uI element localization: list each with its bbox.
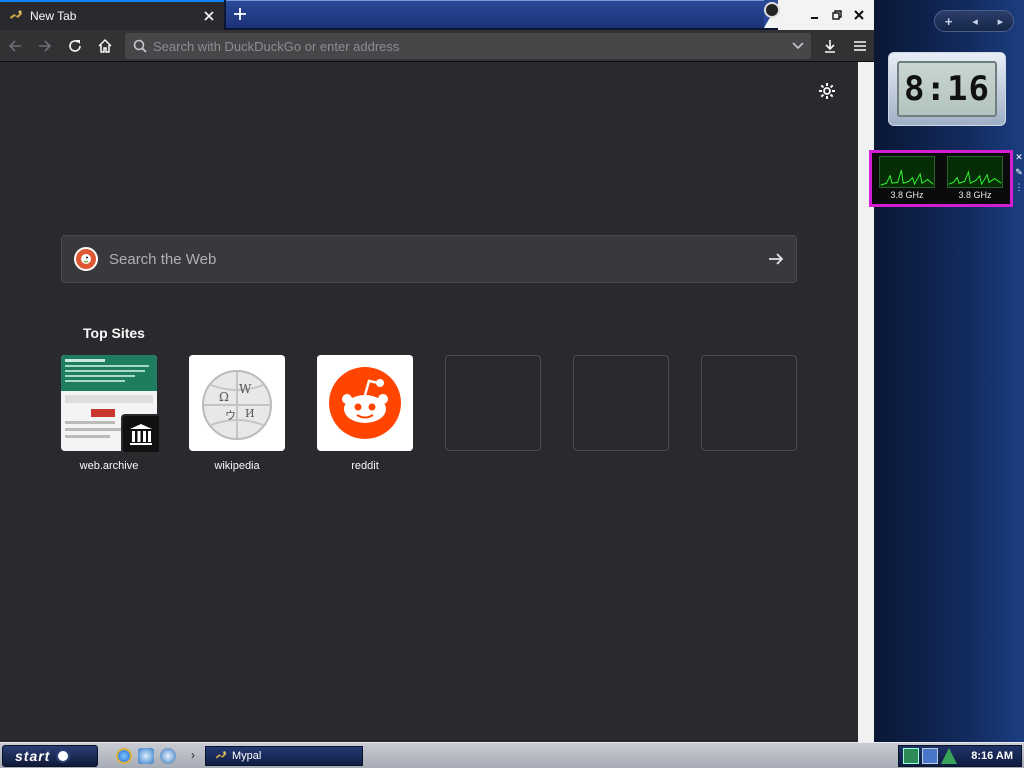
back-arrow-icon <box>8 39 21 52</box>
address-input[interactable] <box>147 38 785 54</box>
cpu-meter-gadget[interactable]: 3.8 GHz 3.8 GHz <box>869 150 1013 207</box>
svg-text:Ω: Ω <box>219 390 229 404</box>
top-site-label[interactable]: wikipedia <box>189 460 285 472</box>
browser-window: New Tab Search with DuckDuckGo or enter … <box>0 0 874 742</box>
tab-title: New Tab <box>30 9 77 23</box>
tray-clock[interactable]: 8:16 AM <box>971 750 1013 762</box>
cpu-core-1-label: 3.8 GHz <box>890 190 924 200</box>
close-tab-icon[interactable] <box>198 5 220 27</box>
internet-explorer-icon[interactable] <box>116 748 132 764</box>
mypal-logo-icon <box>215 751 227 759</box>
chevron-down-icon <box>792 42 804 50</box>
top-site-tile-empty[interactable] <box>701 355 797 451</box>
taskbar: start › Mypal 8:16 AM <box>0 742 1024 768</box>
hamburger-menu-icon <box>854 41 866 51</box>
search-icon <box>133 39 147 53</box>
top-site-tile-wikipedia[interactable]: Ω W И ウ <box>189 355 285 451</box>
taskbar-item-mypal[interactable]: Mypal <box>205 746 363 766</box>
duckduckgo-logo-icon <box>74 247 98 271</box>
safely-remove-icon[interactable] <box>941 748 957 764</box>
internet-archive-icon <box>121 414 161 454</box>
back-button[interactable] <box>0 31 30 61</box>
monitor-icon[interactable] <box>922 748 938 764</box>
download-icon <box>825 40 835 53</box>
top-site-tile-empty[interactable] <box>445 355 541 451</box>
quick-launch <box>116 747 176 765</box>
home-icon <box>98 38 112 53</box>
top-site-label[interactable]: web.archive <box>61 460 157 472</box>
reddit-logo-icon <box>317 355 413 451</box>
media-player-icon[interactable] <box>160 748 176 764</box>
restore-button[interactable] <box>826 4 848 26</box>
cpu-graph-2 <box>947 156 1003 188</box>
gear-icon <box>819 83 835 99</box>
tab-strip: New Tab <box>0 0 874 30</box>
cpu-core-1: 3.8 GHz <box>876 156 938 201</box>
clock-gadget[interactable]: 8:16 <box>888 52 1006 126</box>
sidebar-controls: + ◂ ▸ <box>934 10 1014 32</box>
reload-button[interactable] <box>60 31 90 61</box>
previous-page-button[interactable]: ◂ <box>972 15 978 28</box>
svg-text:W: W <box>239 382 252 396</box>
top-site-tile-reddit[interactable] <box>317 355 413 451</box>
wrench-icon[interactable]: ✎ <box>1015 167 1023 178</box>
top-sites-heading: Top Sites <box>83 325 145 341</box>
taskbar-item-label: Mypal <box>232 750 262 762</box>
top-site-tile-empty[interactable] <box>573 355 669 451</box>
new-tab-button[interactable] <box>228 2 252 26</box>
window-controls <box>778 0 874 30</box>
clock-display: 8:16 <box>897 61 997 117</box>
top-site-label[interactable]: reddit <box>317 460 413 472</box>
cpu-core-2: 3.8 GHz <box>944 156 1006 201</box>
tab-new-tab[interactable]: New Tab <box>0 0 224 30</box>
forward-button[interactable] <box>30 31 60 61</box>
svg-text:ウ: ウ <box>225 409 236 422</box>
web-search-placeholder: Search the Web <box>109 250 217 268</box>
close-gadget-icon[interactable]: ✕ <box>1015 152 1023 163</box>
start-orb-icon <box>56 749 71 763</box>
close-window-button[interactable] <box>848 4 870 26</box>
tab-strip-background <box>226 0 778 28</box>
next-page-button[interactable]: ▸ <box>998 15 1004 28</box>
system-tray: 8:16 AM <box>898 745 1022 767</box>
minimize-button[interactable] <box>804 4 826 26</box>
drag-handle-icon[interactable]: ⋮ <box>1015 182 1024 193</box>
plus-icon <box>234 8 246 20</box>
downloads-button[interactable] <box>815 31 845 61</box>
quick-launch-chevron-icon[interactable]: › <box>191 748 195 762</box>
web-search-box[interactable]: Search the Web <box>61 235 797 283</box>
address-bar[interactable] <box>125 33 811 59</box>
arrow-right-icon <box>769 253 784 265</box>
customize-settings-button[interactable] <box>816 80 838 102</box>
wikipedia-globe-icon: Ω W И ウ <box>189 355 285 451</box>
cpu-graph-1 <box>879 156 935 188</box>
outlook-express-icon[interactable] <box>138 748 154 764</box>
search-submit-button[interactable] <box>756 239 796 279</box>
cpu-core-2-label: 3.8 GHz <box>958 190 992 200</box>
globe-badge-icon <box>764 2 780 18</box>
add-gadget-button[interactable]: + <box>945 14 953 29</box>
home-button[interactable] <box>90 31 120 61</box>
toolbar-right <box>815 30 875 62</box>
network-icon[interactable] <box>903 748 919 764</box>
mypal-logo-icon <box>10 10 22 19</box>
svg-text:И: И <box>245 407 255 420</box>
gadget-side-controls: ✕ ✎ ⋮ <box>1014 152 1024 196</box>
url-dropdown-button[interactable] <box>785 33 811 59</box>
start-label: start <box>15 748 51 764</box>
menu-button[interactable] <box>845 31 875 61</box>
forward-arrow-icon <box>39 39 52 52</box>
start-button[interactable]: start <box>2 745 98 767</box>
reload-icon <box>69 39 81 52</box>
